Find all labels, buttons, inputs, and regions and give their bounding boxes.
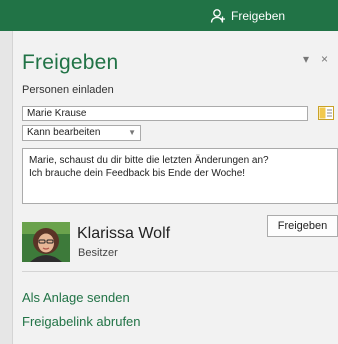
send-attachment-link[interactable]: Als Anlage senden — [22, 290, 130, 305]
address-book-icon[interactable] — [318, 106, 334, 120]
owner-name: Klarissa Wolf — [77, 225, 171, 242]
share-button[interactable]: Freigeben — [267, 215, 338, 237]
divider — [22, 271, 338, 272]
get-share-link[interactable]: Freigabelink abrufen — [22, 314, 141, 329]
panel-title: Freigeben — [22, 51, 119, 74]
message-field[interactable]: Marie, schaust du dir bitte die letzten … — [22, 148, 338, 204]
chevron-down-icon: ▼ — [128, 128, 136, 137]
permission-dropdown[interactable]: Kann bearbeiten ▼ — [22, 125, 141, 141]
close-icon[interactable]: × — [321, 52, 328, 66]
panel-dropdown-icon[interactable]: ▾ — [303, 52, 309, 66]
person-add-icon — [210, 8, 225, 23]
permission-value: Kann bearbeiten — [27, 127, 101, 138]
invite-label: Personen einladen — [22, 84, 114, 96]
top-share-button[interactable]: Freigeben — [200, 0, 338, 31]
panel-edge — [0, 31, 13, 344]
owner-role: Besitzer — [78, 247, 118, 259]
top-share-label: Freigeben — [231, 8, 286, 23]
invite-input[interactable] — [22, 106, 308, 121]
avatar — [22, 222, 70, 262]
